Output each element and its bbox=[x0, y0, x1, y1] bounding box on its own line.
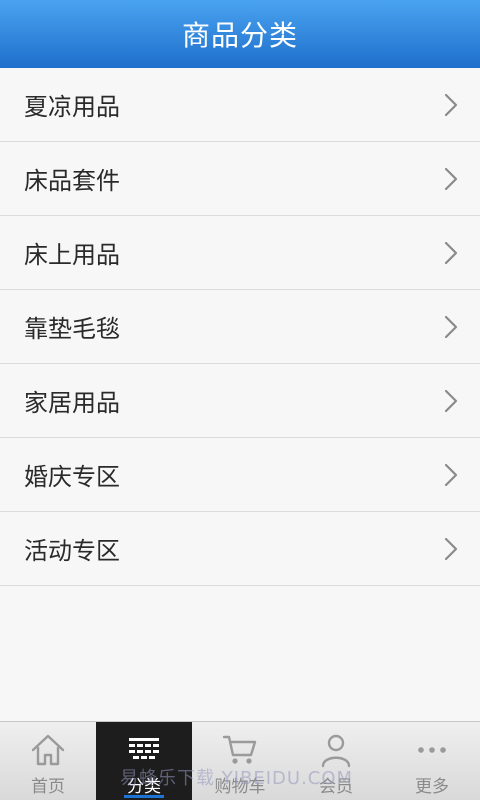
category-item-wedding[interactable]: 婚庆专区 bbox=[0, 438, 480, 512]
chevron-right-icon bbox=[444, 315, 458, 338]
tab-label: 更多 bbox=[415, 777, 449, 797]
tab-home[interactable]: 首页 bbox=[0, 722, 96, 800]
chevron-right-icon bbox=[444, 167, 458, 190]
category-label: 夏凉用品 bbox=[24, 93, 120, 121]
tab-member[interactable]: 会员 bbox=[288, 722, 384, 800]
category-item-summer[interactable]: 夏凉用品 bbox=[0, 68, 480, 142]
chevron-right-icon bbox=[444, 537, 458, 560]
tab-category[interactable]: 分类 bbox=[96, 722, 192, 800]
category-item-cushions-blankets[interactable]: 靠垫毛毯 bbox=[0, 290, 480, 364]
category-label: 靠垫毛毯 bbox=[24, 315, 120, 343]
category-item-home-goods[interactable]: 家居用品 bbox=[0, 364, 480, 438]
tab-label: 购物车 bbox=[214, 777, 266, 797]
category-label: 婚庆专区 bbox=[24, 463, 120, 491]
home-icon bbox=[31, 734, 65, 766]
tab-label: 分类 bbox=[127, 777, 161, 797]
tab-more[interactable]: 更多 bbox=[384, 722, 480, 800]
chevron-right-icon bbox=[444, 93, 458, 116]
tab-cart[interactable]: 购物车 bbox=[192, 722, 288, 800]
category-icon bbox=[129, 738, 159, 759]
more-icon bbox=[418, 747, 446, 753]
bottom-tab-bar: 首页 分类 购物车 会员 更多 易蜂乐下载 YIBEIDU.COM bbox=[0, 721, 480, 800]
tab-label: 首页 bbox=[31, 777, 65, 797]
category-item-promotions[interactable]: 活动专区 bbox=[0, 512, 480, 586]
tab-label: 会员 bbox=[319, 777, 353, 797]
page-title: 商品分类 bbox=[181, 19, 298, 52]
category-item-bedding-sets[interactable]: 床品套件 bbox=[0, 142, 480, 216]
category-label: 家居用品 bbox=[24, 389, 120, 417]
category-label: 床上用品 bbox=[24, 241, 120, 269]
chevron-right-icon bbox=[444, 389, 458, 412]
chevron-right-icon bbox=[444, 463, 458, 486]
category-label: 活动专区 bbox=[24, 537, 120, 565]
cart-icon bbox=[222, 735, 257, 764]
user-icon bbox=[321, 734, 351, 768]
category-list: 夏凉用品 床品套件 床上用品 靠垫毛毯 家居用品 婚庆专区 活动专区 bbox=[0, 68, 480, 586]
app-screen: 商品分类 夏凉用品 床品套件 床上用品 靠垫毛毯 家居用品 婚庆专区 活动专区 bbox=[0, 0, 480, 800]
chevron-right-icon bbox=[444, 241, 458, 264]
page-header: 商品分类 bbox=[0, 0, 480, 68]
category-item-bed-supplies[interactable]: 床上用品 bbox=[0, 216, 480, 290]
category-label: 床品套件 bbox=[24, 167, 120, 195]
